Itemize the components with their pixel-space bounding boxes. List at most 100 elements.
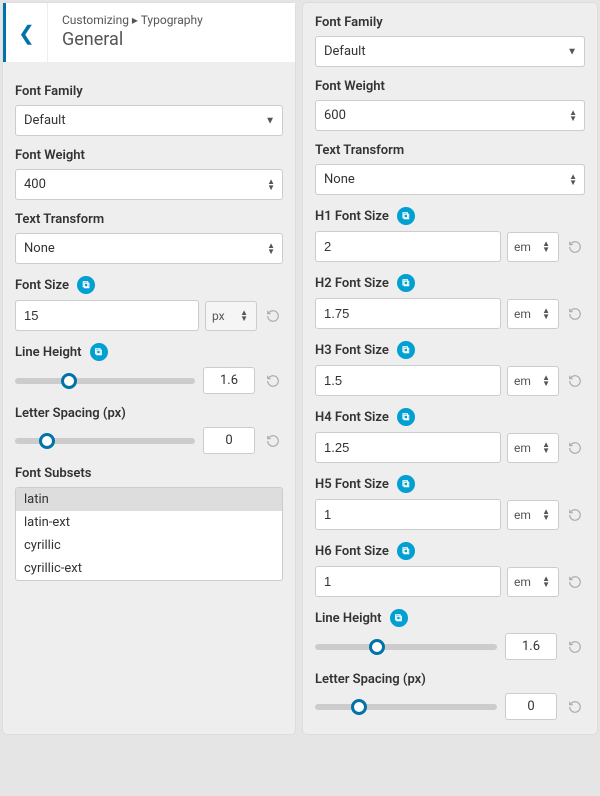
reset-button[interactable] — [565, 371, 585, 391]
line-height-label: Line Height ⧉ — [315, 609, 585, 627]
slider-thumb[interactable] — [61, 373, 77, 389]
font-size-input[interactable] — [15, 300, 199, 331]
panel-titles: Customizing ▸ Typography General — [48, 3, 217, 62]
font-family-select[interactable]: Default — [315, 36, 585, 67]
font-weight-select[interactable]: 600 — [315, 100, 585, 131]
text-transform-label: Text Transform — [15, 212, 283, 227]
letter-spacing-value[interactable]: 0 — [505, 693, 557, 720]
reset-icon — [266, 434, 280, 448]
font-subset-option[interactable]: latin — [16, 488, 282, 511]
h6-font-size-unit-select[interactable]: em ▲▼ — [507, 567, 559, 597]
reset-button[interactable] — [565, 237, 585, 257]
reset-icon — [568, 508, 582, 522]
customizer-panel-headings: Font Family Default ▼ Font Weight 600 ▲▼… — [302, 2, 598, 735]
h4-font-size-input[interactable] — [315, 432, 501, 463]
responsive-icon[interactable]: ⧉ — [397, 408, 415, 426]
reset-icon — [568, 441, 582, 455]
letter-spacing-label: Letter Spacing (px) — [315, 672, 585, 687]
font-subset-option[interactable]: cyrillic — [16, 534, 282, 557]
reset-button[interactable] — [263, 306, 283, 326]
h2-font-size-input[interactable] — [315, 298, 501, 329]
reset-button[interactable] — [565, 572, 585, 592]
h1-font-size-input[interactable] — [315, 231, 501, 262]
h2-font-size-label: H2 Font Size ⧉ — [315, 274, 585, 292]
h5-font-size-input[interactable] — [315, 499, 501, 530]
h2-font-size-unit-select[interactable]: em▲▼ — [507, 299, 559, 329]
reset-icon — [568, 700, 582, 714]
customizer-panel-general: ❮ Customizing ▸ Typography General Font … — [2, 2, 296, 735]
reset-button[interactable] — [565, 304, 585, 324]
page-title: General — [62, 29, 203, 50]
letter-spacing-value[interactable]: 0 — [203, 427, 255, 454]
responsive-icon[interactable]: ⧉ — [390, 609, 408, 627]
stepper-icon: ▲▼ — [240, 310, 248, 322]
heading-label-text: H1 Font Size — [315, 209, 389, 224]
heading-label-text: H3 Font Size — [315, 343, 389, 358]
heading-label-text: H6 Font Size — [315, 544, 389, 559]
h5-font-size-unit-select[interactable]: em▲▼ — [507, 500, 559, 530]
reset-button[interactable] — [263, 371, 283, 391]
reset-icon — [568, 240, 582, 254]
unit-label: em — [514, 374, 531, 388]
font-subsets-label: Font Subsets — [15, 466, 283, 481]
unit-label: em — [514, 508, 531, 522]
line-height-label-text: Line Height — [15, 345, 82, 360]
responsive-icon[interactable]: ⧉ — [397, 207, 415, 225]
text-transform-select[interactable]: None — [315, 164, 585, 195]
text-transform-select[interactable]: None — [15, 233, 283, 264]
reset-icon — [568, 640, 582, 654]
unit-label: em — [514, 307, 531, 321]
responsive-icon[interactable]: ⧉ — [397, 274, 415, 292]
h4-font-size-unit-select[interactable]: em▲▼ — [507, 433, 559, 463]
line-height-slider[interactable] — [15, 378, 195, 384]
h3-font-size-unit-select[interactable]: em ▲▼ — [507, 366, 559, 396]
slider-thumb[interactable] — [351, 699, 367, 715]
responsive-icon[interactable]: ⧉ — [397, 475, 415, 493]
slider-thumb[interactable] — [369, 639, 385, 655]
breadcrumb: Customizing ▸ Typography — [62, 13, 203, 27]
h3-font-size-label: H3 Font Size ⧉ — [315, 341, 585, 359]
unit-label: em — [514, 240, 531, 254]
h6-font-size-input[interactable] — [315, 566, 501, 597]
responsive-icon[interactable]: ⧉ — [397, 542, 415, 560]
h3-font-size-input[interactable] — [315, 365, 501, 396]
heading-label-text: H4 Font Size — [315, 410, 389, 425]
font-weight-select[interactable]: 400 — [15, 169, 283, 200]
font-subsets-listbox[interactable]: latinlatin-extcyrilliccyrillic-ext — [15, 487, 283, 581]
stepper-icon: ▲▼ — [542, 576, 550, 588]
responsive-icon[interactable]: ⧉ — [90, 343, 108, 361]
reset-icon — [568, 575, 582, 589]
reset-icon — [266, 309, 280, 323]
letter-spacing-label: Letter Spacing (px) — [15, 406, 283, 421]
font-subset-option[interactable]: latin-ext — [16, 511, 282, 534]
unit-label: em — [514, 575, 531, 589]
line-height-label-text: Line Height — [315, 611, 382, 626]
font-size-unit-select[interactable]: px ▲▼ — [205, 301, 257, 331]
slider-thumb[interactable] — [39, 433, 55, 449]
font-size-label: Font Size ⧉ — [15, 276, 283, 294]
font-family-label: Font Family — [15, 84, 283, 99]
text-transform-label: Text Transform — [315, 143, 585, 158]
reset-button[interactable] — [565, 438, 585, 458]
h1-font-size-label: H1 Font Size ⧉ — [315, 207, 585, 225]
font-weight-label: Font Weight — [15, 148, 283, 163]
reset-button[interactable] — [565, 637, 585, 657]
back-button[interactable]: ❮ — [6, 3, 48, 62]
reset-button[interactable] — [263, 431, 283, 451]
responsive-icon[interactable]: ⧉ — [77, 276, 95, 294]
responsive-icon[interactable]: ⧉ — [397, 341, 415, 359]
line-height-slider[interactable] — [315, 644, 497, 650]
heading-label-text: H2 Font Size — [315, 276, 389, 291]
letter-spacing-slider[interactable] — [15, 438, 195, 444]
line-height-value[interactable]: 1.6 — [203, 367, 255, 394]
line-height-value[interactable]: 1.6 — [505, 633, 557, 660]
letter-spacing-slider[interactable] — [315, 704, 497, 710]
h1-font-size-unit-select[interactable]: em▲▼ — [507, 232, 559, 262]
font-family-select[interactable]: Default — [15, 105, 283, 136]
font-subset-option[interactable]: cyrillic-ext — [16, 557, 282, 580]
stepper-icon: ▲▼ — [542, 375, 550, 387]
line-height-label: Line Height ⧉ — [15, 343, 283, 361]
reset-button[interactable] — [565, 505, 585, 525]
reset-button[interactable] — [565, 697, 585, 717]
reset-icon — [568, 374, 582, 388]
